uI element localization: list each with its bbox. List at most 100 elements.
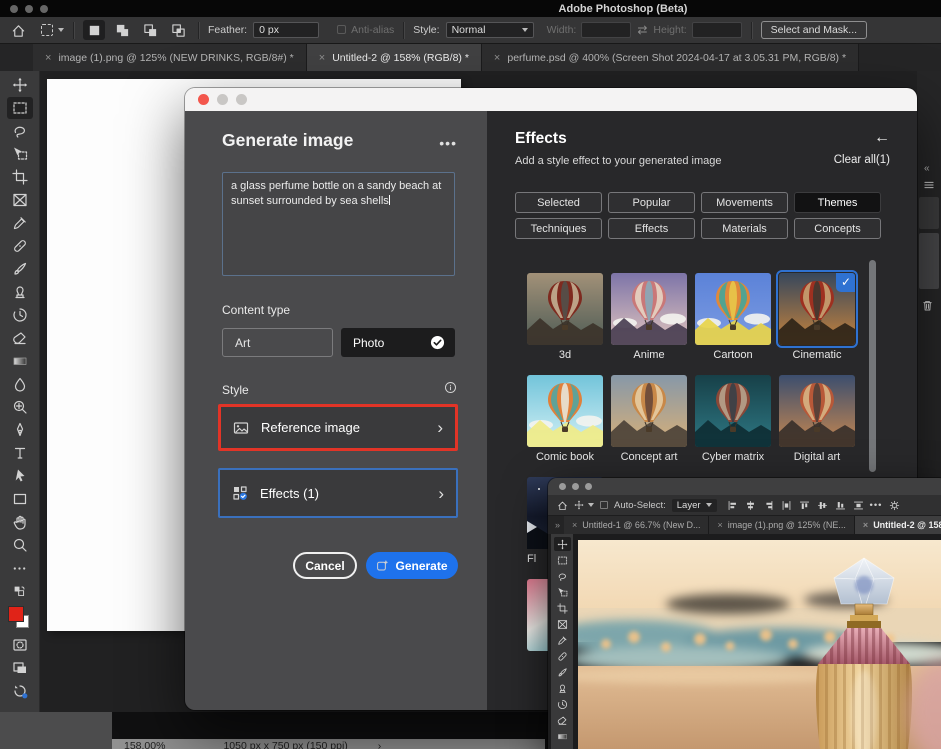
align-top-button[interactable] — [799, 500, 810, 511]
tool-gradient[interactable] — [554, 729, 571, 743]
content-type-photo-button[interactable]: Photo — [341, 328, 455, 357]
floating-titlebar[interactable] — [548, 478, 941, 495]
foreground-color-swatch[interactable] — [8, 606, 24, 622]
auto-select-checkbox[interactable] — [600, 501, 608, 509]
tab-overflow-icon[interactable]: » — [551, 520, 564, 530]
collapse-panels-icon[interactable]: « — [924, 163, 930, 174]
tool-rotate-view[interactable] — [7, 680, 33, 702]
subtract-from-selection-button[interactable] — [139, 20, 161, 40]
tool-clone-stamp[interactable] — [7, 281, 33, 303]
tool-eraser[interactable] — [7, 327, 33, 349]
tool-healing[interactable] — [554, 649, 571, 663]
add-to-selection-button[interactable] — [111, 20, 133, 40]
more-options-icon[interactable]: ••• — [870, 500, 883, 511]
style-option-3d[interactable]: 3d — [527, 273, 603, 361]
filter-chip-concepts[interactable]: Concepts — [794, 218, 881, 239]
generate-button[interactable]: Generate — [366, 552, 458, 579]
scrollbar[interactable] — [869, 260, 876, 472]
distribute-h-button[interactable] — [781, 500, 792, 511]
info-icon[interactable] — [444, 381, 457, 394]
filter-chip-movements[interactable]: Movements — [701, 192, 788, 213]
tool-rectangle[interactable] — [7, 488, 33, 510]
style-option-cartoon[interactable]: Cartoon — [695, 273, 771, 361]
tool-frame[interactable] — [554, 617, 571, 631]
minimize-dialog-icon[interactable] — [217, 94, 228, 105]
tool-zoom[interactable] — [7, 534, 33, 556]
align-left-button[interactable] — [727, 500, 738, 511]
back-arrow-icon[interactable]: ← — [874, 129, 890, 147]
tool-history-brush[interactable] — [7, 304, 33, 326]
tool-dodge[interactable] — [7, 396, 33, 418]
align-bottom-button[interactable] — [835, 500, 846, 511]
tool-eraser[interactable] — [554, 713, 571, 727]
tool-object-selection[interactable] — [7, 143, 33, 165]
close-window-icon[interactable] — [10, 5, 18, 13]
maximize-window-icon[interactable] — [585, 483, 592, 490]
close-tab-icon[interactable]: × — [494, 52, 500, 64]
tool-hand[interactable] — [7, 511, 33, 533]
tool-crop[interactable] — [7, 166, 33, 188]
tool-frame[interactable] — [7, 189, 33, 211]
zoom-dialog-icon[interactable] — [236, 94, 247, 105]
align-right-button[interactable] — [763, 500, 774, 511]
clear-all-link[interactable]: Clear all(1) — [834, 154, 890, 166]
close-tab-icon[interactable]: × — [863, 520, 868, 530]
effects-row[interactable]: Effects (1) › — [218, 468, 458, 518]
tool-type[interactable] — [7, 442, 33, 464]
tool-lasso[interactable] — [554, 569, 571, 583]
close-tab-icon[interactable]: × — [717, 520, 722, 530]
filter-chip-effects[interactable]: Effects — [608, 218, 695, 239]
tool-healing[interactable] — [7, 235, 33, 257]
reference-image-row[interactable]: Reference image › — [218, 404, 458, 451]
more-tools-button[interactable] — [7, 557, 33, 579]
select-and-mask-button[interactable]: Select and Mask... — [761, 21, 867, 39]
document-tab[interactable]: ×image (1).png @ 125% (NEW DRINKS, RGB/8… — [33, 44, 307, 71]
tool-eyedropper[interactable] — [554, 633, 571, 647]
tool-marquee[interactable] — [7, 97, 33, 119]
filter-chip-selected[interactable]: Selected — [515, 192, 602, 213]
prompt-textarea[interactable]: a glass perfume bottle on a sandy beach … — [222, 172, 455, 276]
panel-item-selected[interactable] — [919, 233, 939, 289]
align-center-h-button[interactable] — [745, 500, 756, 511]
home-icon[interactable] — [11, 23, 26, 38]
minimize-window-icon[interactable] — [572, 483, 579, 490]
height-input[interactable] — [692, 22, 742, 38]
content-type-art-button[interactable]: Art — [222, 328, 333, 357]
style-option-concept-art[interactable]: Concept art — [611, 375, 687, 463]
status-chevron-icon[interactable]: › — [378, 739, 382, 749]
style-option-anime[interactable]: Anime — [611, 273, 687, 361]
cancel-button[interactable]: Cancel — [293, 552, 357, 579]
close-window-icon[interactable] — [559, 483, 566, 490]
swap-dimensions-icon[interactable]: ⇄ — [637, 23, 647, 37]
tool-lasso[interactable] — [7, 120, 33, 142]
tool-object-selection[interactable] — [554, 585, 571, 599]
minimize-window-icon[interactable] — [25, 5, 33, 13]
filter-chip-materials[interactable]: Materials — [701, 218, 788, 239]
tool-preset[interactable] — [41, 24, 64, 36]
document-tab[interactable]: ×Untitled-1 @ 66.7% (New D... — [564, 516, 709, 534]
tool-pen[interactable] — [7, 419, 33, 441]
distribute-v-button[interactable] — [853, 500, 864, 511]
close-tab-icon[interactable]: × — [572, 520, 577, 530]
tool-clone-stamp[interactable] — [554, 681, 571, 695]
layer-select[interactable]: Layer — [672, 499, 717, 512]
style-option-comic-book[interactable]: Comic book — [527, 375, 603, 463]
document-tab[interactable]: ×Untitled-2 @ 158% (RGB/8) * — [307, 44, 482, 71]
tool-path-selection[interactable] — [7, 465, 33, 487]
close-tab-icon[interactable]: × — [45, 52, 51, 64]
tool-history-brush[interactable] — [554, 697, 571, 711]
more-options-icon[interactable]: ••• — [439, 135, 457, 151]
tool-quick-mask[interactable] — [7, 634, 33, 656]
width-input[interactable] — [581, 22, 631, 38]
swap-colors-button[interactable] — [7, 580, 33, 602]
close-dialog-icon[interactable] — [198, 94, 209, 105]
panel-menu-icon[interactable] — [923, 179, 935, 191]
anti-alias-checkbox[interactable] — [337, 25, 346, 34]
tool-crop[interactable] — [554, 601, 571, 615]
style-option-digital-art[interactable]: Digital art — [779, 375, 855, 463]
gear-icon[interactable] — [889, 500, 900, 511]
tool-brush[interactable] — [7, 258, 33, 280]
tool-brush[interactable] — [554, 665, 571, 679]
filter-chip-themes[interactable]: Themes — [794, 192, 881, 213]
filter-chip-popular[interactable]: Popular — [608, 192, 695, 213]
